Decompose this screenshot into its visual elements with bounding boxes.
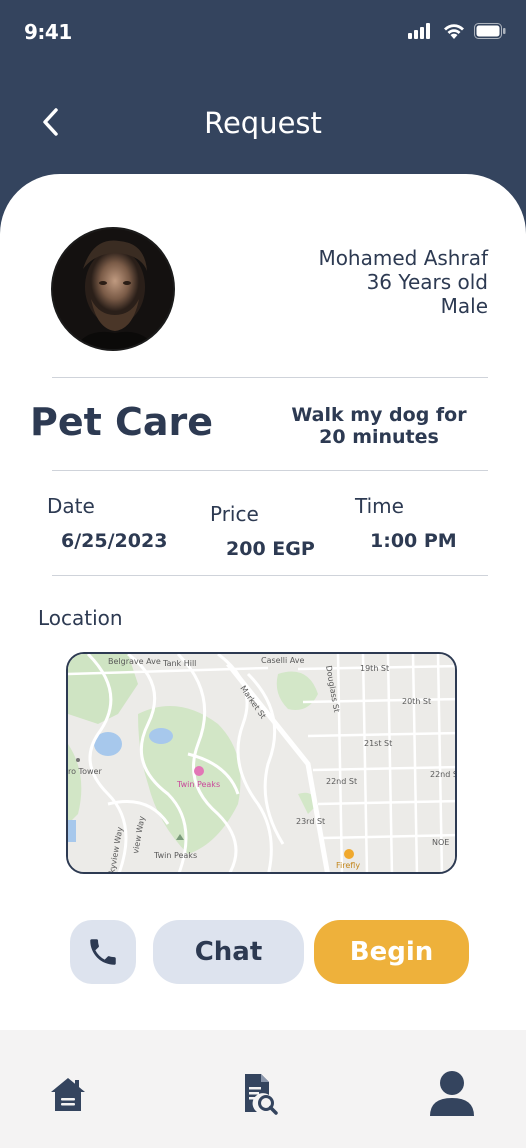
nav-requests[interactable] — [228, 1064, 288, 1124]
battery-icon — [474, 23, 506, 39]
map-label-twin-peaks: Twin Peaks — [153, 851, 197, 860]
page-title: Request — [204, 106, 322, 140]
avatar-portrait — [53, 229, 173, 349]
location-map[interactable]: Belgrave Ave Tank Hill Caselli Ave Dougl… — [66, 652, 457, 874]
divider — [52, 470, 488, 471]
chat-button[interactable]: Chat — [153, 920, 304, 984]
status-bar: 9:41 — [0, 0, 526, 64]
map-label-noe: NOE — [432, 838, 449, 847]
nav-profile[interactable] — [422, 1064, 482, 1124]
price-label: Price — [210, 502, 259, 526]
user-gender: Male — [440, 294, 488, 318]
avatar — [51, 227, 175, 351]
request-card: Mohamed Ashraf 36 Years old Male Pet Car… — [0, 174, 526, 1034]
date-label: Date — [47, 494, 95, 518]
profile-icon — [430, 1071, 474, 1116]
call-button[interactable] — [70, 920, 136, 984]
header: Request — [0, 64, 526, 184]
map-label-caselli: Caselli Ave — [261, 656, 305, 665]
map-label-22nd-b: 22nd St — [430, 770, 457, 779]
time-label: Time — [355, 494, 404, 518]
map-label-21st: 21st St — [364, 739, 392, 748]
service-title: Pet Care — [30, 400, 214, 444]
location-label: Location — [38, 606, 123, 630]
phone-icon — [90, 939, 116, 965]
time-value: 1:00 PM — [370, 530, 457, 552]
map-label-22nd-a: 22nd St — [326, 777, 357, 786]
map-label-tower: ro Tower — [68, 767, 102, 776]
price-value: 200 EGP — [226, 538, 315, 560]
wifi-icon — [444, 24, 464, 39]
begin-button[interactable]: Begin — [314, 920, 469, 984]
map-label-belgrave: Belgrave Ave — [108, 657, 161, 666]
date-value: 6/25/2023 — [61, 530, 168, 552]
user-name: Mohamed Ashraf — [318, 246, 488, 270]
divider — [52, 377, 488, 378]
bottom-nav — [0, 1030, 526, 1148]
user-age: 36 Years old — [366, 270, 488, 294]
map-label-twin-peaks-poi: Twin Peaks — [176, 780, 220, 789]
home-icon — [51, 1078, 85, 1111]
status-time: 9:41 — [24, 20, 72, 44]
map-label-19th: 19th St — [360, 664, 389, 673]
map-label-tankhill: Tank Hill — [162, 659, 196, 668]
document-search-icon — [245, 1074, 278, 1115]
map-label-23rd: 23rd St — [296, 817, 325, 826]
status-icons — [408, 22, 506, 40]
nav-home[interactable] — [38, 1064, 98, 1124]
map-label-20th: 20th St — [402, 697, 431, 706]
signal-icon — [408, 23, 430, 39]
divider — [52, 575, 488, 576]
service-description: Walk my dog for 20 minutes — [291, 404, 467, 448]
user-info: Mohamed Ashraf 36 Years old Male — [318, 246, 488, 318]
map-label-firefly: Firefly — [336, 861, 360, 870]
